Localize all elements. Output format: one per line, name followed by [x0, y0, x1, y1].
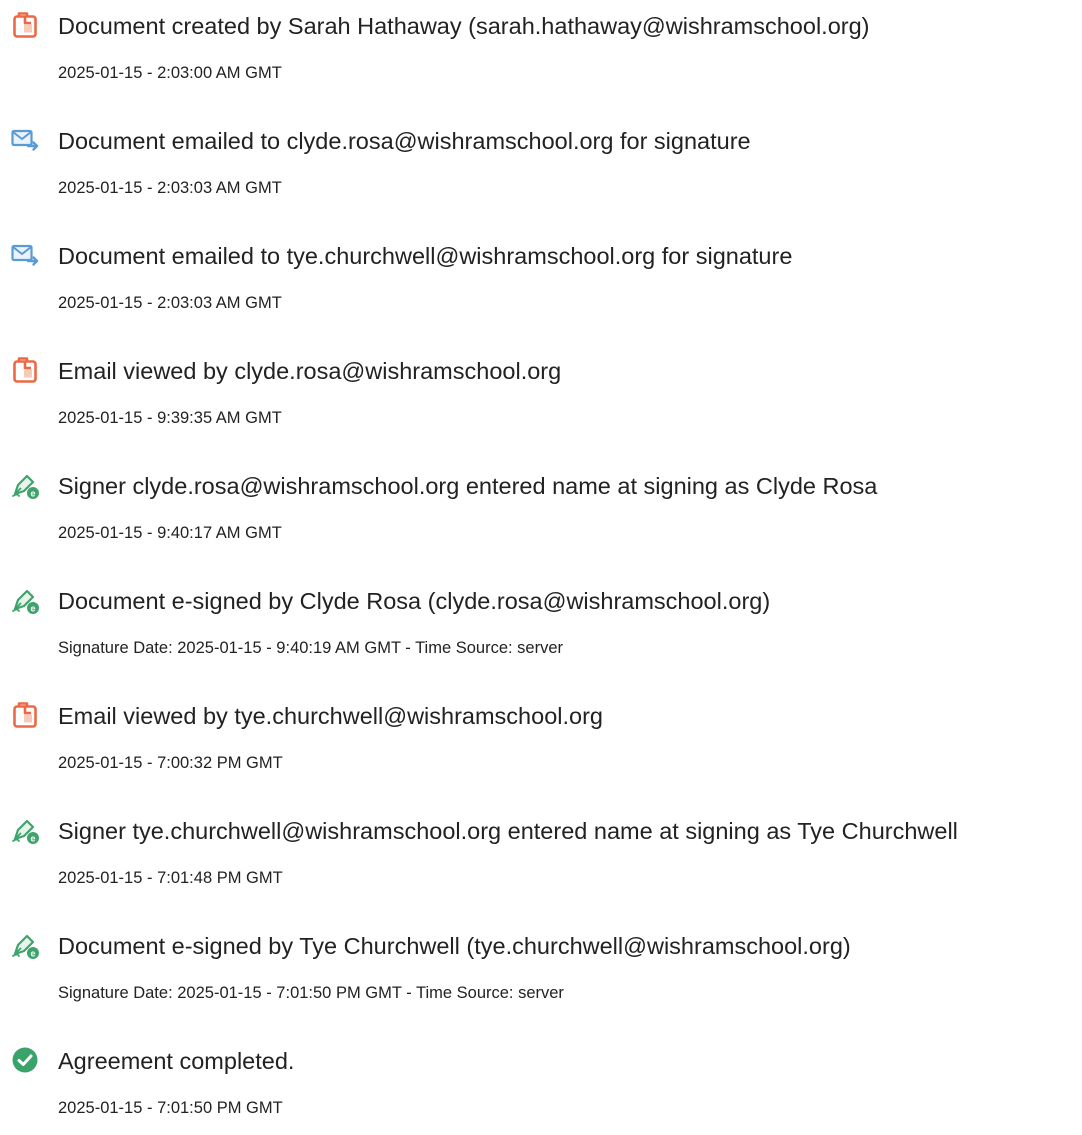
- event-timestamp: 2025-01-15 - 9:40:17 AM GMT: [58, 524, 282, 542]
- email-sent-icon: [10, 240, 40, 270]
- event-timestamp: 2025-01-15 - 2:03:00 AM GMT: [58, 64, 282, 82]
- esign-pen-icon: [10, 585, 40, 615]
- event-title: Document e-signed by Clyde Rosa (clyde.r…: [58, 588, 771, 614]
- audit-event: Email viewed by tye.churchwell@wishramsc…: [0, 690, 1082, 790]
- event-title: Document created by Sarah Hathaway (sara…: [58, 13, 870, 39]
- audit-event: Agreement completed. 2025-01-15 - 7:01:5…: [0, 1035, 1082, 1135]
- document-viewed-icon: [10, 700, 40, 730]
- esign-pen-icon: [10, 815, 40, 845]
- event-title: Email viewed by tye.churchwell@wishramsc…: [58, 703, 603, 729]
- audit-event: Signer clyde.rosa@wishramschool.org ente…: [0, 460, 1082, 560]
- event-timestamp: 2025-01-15 - 7:01:48 PM GMT: [58, 869, 283, 887]
- completed-check-icon: [10, 1045, 40, 1075]
- event-title: Document emailed to clyde.rosa@wishramsc…: [58, 128, 751, 154]
- event-timestamp: 2025-01-15 - 2:03:03 AM GMT: [58, 294, 282, 312]
- event-timestamp: Signature Date: 2025-01-15 - 7:01:50 PM …: [58, 984, 564, 1002]
- document-created-icon: [10, 10, 40, 40]
- event-timestamp: 2025-01-15 - 7:00:32 PM GMT: [58, 754, 283, 772]
- audit-event: Document e-signed by Tye Churchwell (tye…: [0, 920, 1082, 1020]
- audit-event: Document emailed to clyde.rosa@wishramsc…: [0, 115, 1082, 215]
- audit-event: Document e-signed by Clyde Rosa (clyde.r…: [0, 575, 1082, 675]
- event-title: Signer tye.churchwell@wishramschool.org …: [58, 818, 958, 844]
- document-viewed-icon: [10, 355, 40, 385]
- event-title: Email viewed by clyde.rosa@wishramschool…: [58, 358, 562, 384]
- audit-event: Document created by Sarah Hathaway (sara…: [0, 0, 1082, 100]
- event-timestamp: Signature Date: 2025-01-15 - 9:40:19 AM …: [58, 639, 564, 657]
- event-title: Agreement completed.: [58, 1048, 295, 1074]
- audit-event: Signer tye.churchwell@wishramschool.org …: [0, 805, 1082, 905]
- event-title: Document emailed to tye.churchwell@wishr…: [58, 243, 793, 269]
- event-timestamp: 2025-01-15 - 2:03:03 AM GMT: [58, 179, 282, 197]
- email-sent-icon: [10, 125, 40, 155]
- event-title: Document e-signed by Tye Churchwell (tye…: [58, 933, 851, 959]
- event-timestamp: 2025-01-15 - 9:39:35 AM GMT: [58, 409, 282, 427]
- audit-event: Document emailed to tye.churchwell@wishr…: [0, 230, 1082, 330]
- esign-pen-icon: [10, 470, 40, 500]
- esign-pen-icon: [10, 930, 40, 960]
- event-title: Signer clyde.rosa@wishramschool.org ente…: [58, 473, 878, 499]
- event-timestamp: 2025-01-15 - 7:01:50 PM GMT: [58, 1099, 283, 1117]
- audit-event: Email viewed by clyde.rosa@wishramschool…: [0, 345, 1082, 445]
